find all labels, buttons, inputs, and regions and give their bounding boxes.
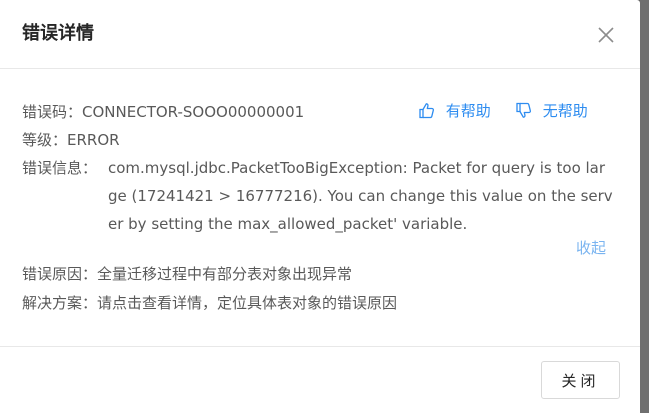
collapse-link[interactable]: 收起	[576, 236, 606, 260]
helpful-button[interactable]: 有帮助	[418, 98, 491, 124]
solution-row: 解决方案：请点击查看详情，定位具体表对象的错误原因	[22, 290, 397, 316]
error-cause-label: 错误原因：	[22, 265, 98, 283]
helpful-label: 有帮助	[445, 102, 491, 120]
error-cause-value: 全量迁移过程中有部分表对象出现异常	[97, 265, 353, 283]
dialog-header: 错误详情	[0, 0, 640, 69]
error-message-value: com.mysql.jdbc.PacketTooBigException: Pa…	[108, 159, 613, 233]
level-label: 等级：	[22, 131, 68, 149]
dialog-footer: 关闭	[0, 346, 640, 413]
error-detail-dialog: 错误详情 错误码：CONNECTOR-SOOO00000001 有帮助 无帮助 …	[0, 0, 640, 413]
level-row: 等级：ERROR	[22, 127, 120, 153]
error-message-label: 错误信息：	[22, 159, 98, 177]
error-code-label: 错误码：	[22, 103, 83, 121]
solution-label: 解决方案：	[22, 294, 98, 312]
close-icon[interactable]	[595, 24, 617, 46]
thumbs-down-icon	[515, 102, 543, 120]
backdrop-right-edge	[640, 0, 649, 413]
solution-value: 请点击查看详情，定位具体表对象的错误原因	[97, 294, 398, 312]
close-button[interactable]: 关闭	[541, 361, 620, 399]
not-helpful-button[interactable]: 无帮助	[515, 98, 588, 124]
not-helpful-label: 无帮助	[542, 102, 588, 120]
error-code-row: 错误码：CONNECTOR-SOOO00000001	[22, 99, 304, 125]
error-message-row: 错误信息：	[22, 155, 97, 181]
thumbs-up-icon	[418, 102, 446, 120]
level-value: ERROR	[67, 131, 120, 149]
dialog-title: 错误详情	[22, 23, 94, 44]
error-cause-row: 错误原因：全量迁移过程中有部分表对象出现异常	[22, 261, 352, 287]
error-code-value: CONNECTOR-SOOO00000001	[82, 103, 305, 121]
